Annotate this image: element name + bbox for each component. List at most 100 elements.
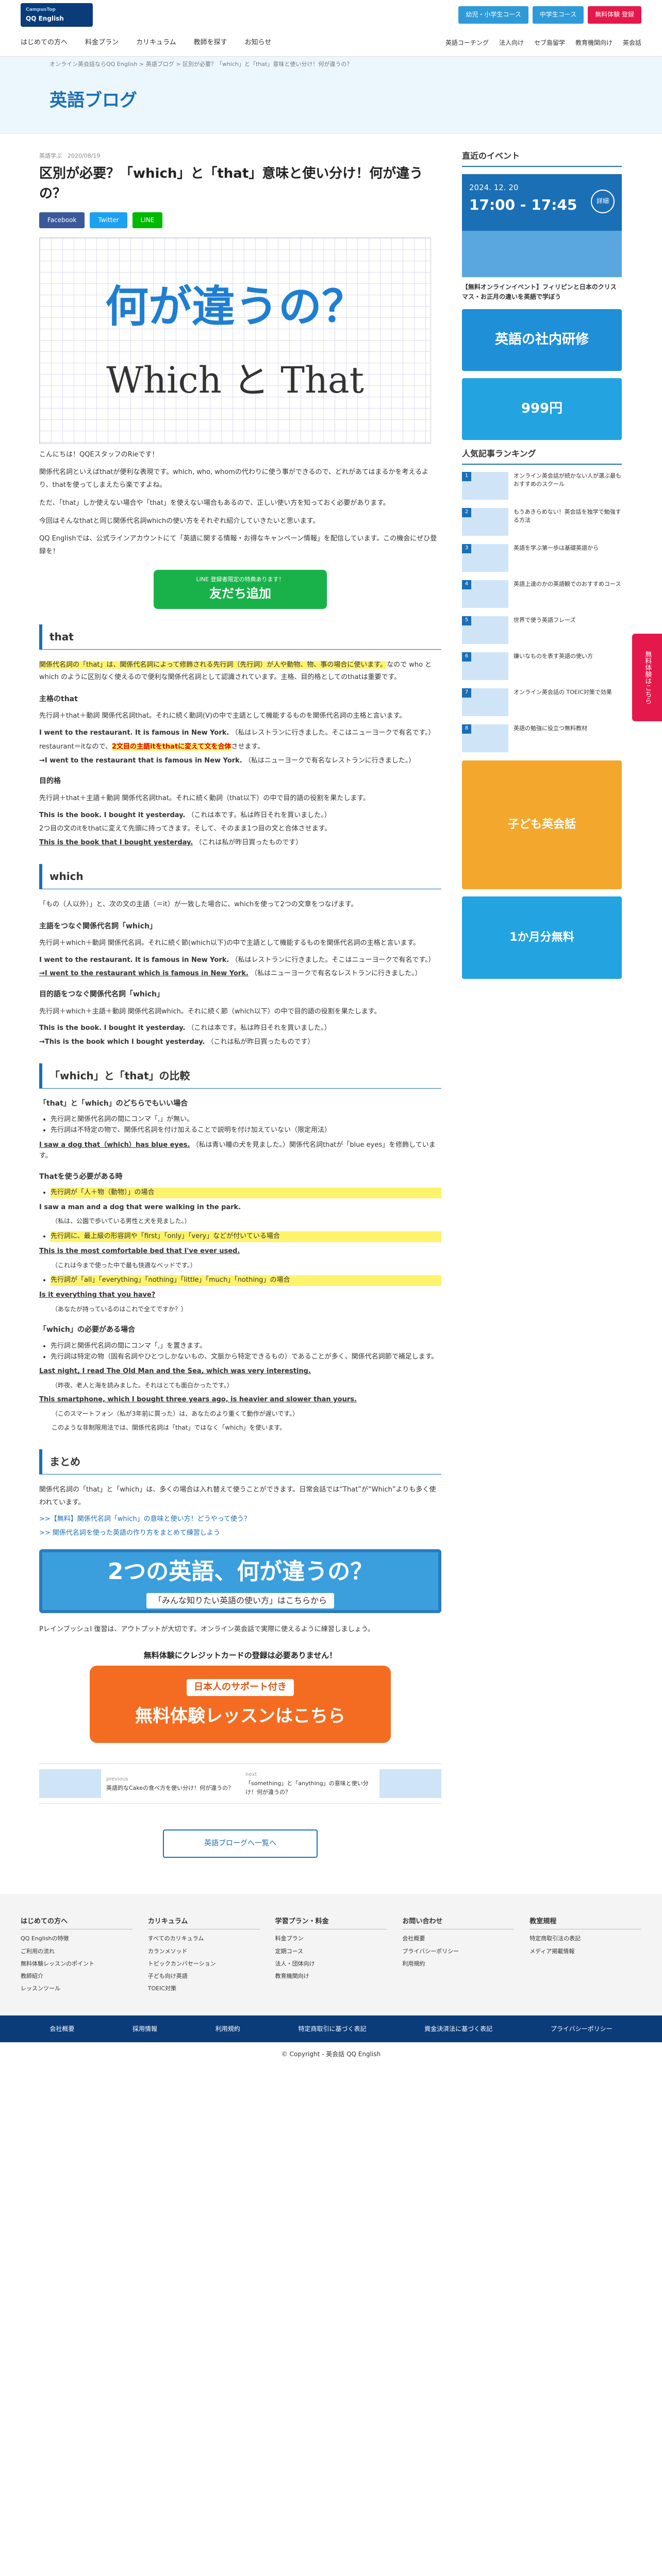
footer-heading[interactable]: カリキュラム [147,1914,260,1930]
footer-column: お問い合わせ会社概要 プライバシーポリシー 利用規約 [402,1914,515,1995]
footer-link[interactable]: すべてのカリキュラム [148,1933,260,1945]
site-logo[interactable]: CampusTop QQ English [21,3,93,27]
footer-bar-link[interactable]: 採用情報 [133,2024,157,2034]
footer-column: 学習プラン・料金料金プラン 定期コース 法人・団体向け 教育機関向け [275,1914,387,1995]
nav-item[interactable]: お知らせ [245,38,272,48]
footer-link[interactable]: 子ども向け英語 [148,1970,260,1982]
footer-heading[interactable]: はじめての方へ [21,1914,133,1930]
prev-article-link[interactable]: previous 英語的なCakeの食べ方を使い分け！何が違うの？ [39,1769,235,1799]
footer-link[interactable]: TOEIC対策 [148,1982,260,1995]
next-article-link[interactable]: next 「something」と「anything」の意味と使い分け！何が違うの… [245,1769,441,1799]
page-title: 英語ブログ [49,90,137,111]
event-card[interactable]: 2024. 12. 20 17:00 - 17:45 詳細 [462,174,622,277]
footer-link[interactable]: 法人・団体向け [275,1958,387,1970]
footer-link[interactable]: カランメソッド [148,1945,260,1958]
rank-number: 8 [462,724,471,734]
related-link[interactable]: >>【無料】関係代名詞「which」の意味と使い方！どうやって使う？ [39,1514,441,1525]
hero-subheading: Which と That [106,359,364,401]
footer-link[interactable]: 無料体験レッスンのポイント [21,1958,133,1970]
nav-item[interactable]: はじめての方へ [21,38,68,48]
footer-bar-link[interactable]: 資金決済法に基づく表記 [424,2024,492,2034]
footer-link[interactable]: 教師紹介 [21,1970,133,1982]
ad-banner[interactable]: 999円 [462,378,622,440]
event-detail-button[interactable]: 詳細 [591,189,615,213]
line-share-button[interactable]: LINE [132,212,163,228]
footer-link[interactable]: プライバシーポリシー [402,1945,514,1958]
footer-link[interactable]: 会社概要 [402,1933,514,1945]
nav-right-item[interactable]: 英語コーチング [445,38,489,48]
subsection-heading: 目的格 [39,777,61,786]
nav-right-item[interactable]: 法人向け [499,38,524,48]
nav-item[interactable]: 料金プラン [85,38,119,48]
ranking-title: もうあきらめない！英会話を独学で勉強する方法 [514,508,621,524]
intro-text: QQ Englishでは、公式ラインアカウントにて「英語に関する情報・お得なキャ… [39,535,437,555]
ranking-item[interactable]: 2 もうあきらめない！英会話を独学で勉強する方法 [462,507,622,536]
footer-bar-link[interactable]: 会社概要 [49,2024,74,2034]
footer-bar-link[interactable]: 特定商取引に基づく表記 [298,2024,366,2034]
ad-banner[interactable]: 英語の社内研修 [462,309,622,371]
highlight-text: 関係代名詞の「that」は、関係代名詞によって修飾される先行詞（先行詞）が人や動… [39,660,387,669]
footer-bar: 会社概要 採用情報 利用規約 特定商取引に基づく表記 資金決済法に基づく表記 プライバシー… [0,2015,662,2043]
nav-right-item[interactable]: 英会話 [623,38,641,48]
body-text: 先行詞＋that＋動詞 関係代名詞that。それに続く動詞(V)の中で主語として… [39,712,406,720]
nav-right-item[interactable]: セブ島留学 [534,38,565,48]
ad-banner[interactable]: 子ども英会話 [462,760,622,889]
subsection-heading: 「that」と「which」のどちらでもいい場合 [39,1099,188,1108]
ranking-item[interactable]: 8 英語の勉強に役立つ無料教材 [462,724,622,752]
event-title[interactable]: 【無料オンラインイベント】フィリピンと日本のクリスマス・お正月の違いを英語で学ぼ… [462,282,622,302]
rank-number: 5 [462,616,471,625]
footer-heading[interactable]: 学習プラン・料金 [275,1914,387,1930]
nav-right: 英語コーチング 法人向け セブ島留学 教育機関向け 英会話 [445,38,641,48]
footer-heading[interactable]: 教室規程 [529,1914,641,1930]
list-item: 先行詞と関係代名詞の間にコンマ「,」を置きます。 [51,1341,441,1352]
floating-trial-button[interactable]: 無料体験はこちら [632,634,662,721]
free-trial-cta-button[interactable]: 日本人のサポート付き 無料体験レッスンはこちら [90,1666,391,1743]
footer-link[interactable]: 特定商取引法の表記 [529,1933,641,1945]
footer-link[interactable]: トピックカンバセーション [148,1958,260,1970]
thumbnail: 5 [462,616,508,644]
thumbnail [379,1769,441,1799]
related-article-banner[interactable]: 2つの英語、何が違うの？ 「みんな知りたい英語の使い方」はこちらから [39,1549,441,1613]
body-text: 先行詞＋which＋主語＋動詞 関係代名詞which。それに続く節（which以… [39,1007,381,1015]
related-link[interactable]: >> 関係代名詞を使った英語の作り方をまとめて練習しよう [39,1528,441,1539]
footer-link[interactable]: 利用規約 [402,1958,514,1970]
list-item: 先行詞が「人＋物（動物）」の場合 [51,1187,441,1198]
rank-number: 1 [462,471,471,481]
article: 英語学ぶ 2020/08/19 区別が必要？「which」と「that」意味と使… [39,134,441,1894]
back-to-blog-button[interactable]: 英語ブローグへ一覧へ [163,1829,318,1858]
footer-link[interactable]: 定期コース [275,1945,387,1958]
facebook-share-button[interactable]: Facebook [39,212,85,228]
nav-right-item[interactable]: 教育機関向け [575,38,613,48]
main-nav: はじめての方へ 料金プラン カリキュラム 教師を探す お知らせ 英語コーチング … [0,30,662,57]
course-junior-button[interactable]: 中学生コース [532,6,584,24]
line-add-friend-button[interactable]: LINE 登録者限定の特典あります！ 友だち追加 [154,569,327,609]
ranking-item[interactable]: 7 オンライン英会話の TOEIC対策で効果 [462,688,622,716]
footer-link[interactable]: ご利用の流れ [21,1945,133,1958]
ranking-item[interactable]: 5 世界で使う英語フレーズ [462,616,622,644]
twitter-share-button[interactable]: Twitter [90,212,127,228]
ranking-item[interactable]: 1 オンライン英会話が続かない人が選ぶ最もおすすめのスクール [462,471,622,500]
footer-bar-link[interactable]: プライバシーポリシー [551,2024,613,2034]
subsection-heading: 主語をつなぐ関係代名詞「which」 [39,922,157,930]
footer-link[interactable]: 教育機関向け [275,1970,387,1982]
footer-link[interactable]: メディア掲載情報 [529,1945,641,1958]
footer-link[interactable]: 料金プラン [275,1933,387,1945]
ranking-item[interactable]: 4 英語上達のかの英語観でのおすすめコース [462,580,622,608]
footer-link[interactable]: レッスンツール [21,1982,133,1995]
footer-bar-link[interactable]: 利用規約 [216,2024,240,2034]
course-kids-button[interactable]: 幼児・小学生コース [458,6,528,24]
footer-link[interactable]: QQ Englishの特徴 [21,1933,133,1945]
intro-text: ただ、「that」しか使えない場合や「that」を使えない場合もあるので、正しい… [39,499,390,507]
free-trial-button[interactable]: 無料体験 登録 [588,6,641,24]
footer-heading[interactable]: お問い合わせ [402,1914,515,1930]
nav-item[interactable]: 教師を探す [194,38,227,48]
breadcrumb[interactable]: オンライン英会話ならQQ English > 英語ブログ > 区別が必要？「wh… [49,57,613,69]
ranking-item[interactable]: 6 嫌いなものを表す英語の使い方 [462,652,622,680]
ad-banner[interactable]: 1か月分無料 [462,896,622,979]
thumbnail [39,1769,101,1799]
ranking-title: 英語の勉強に役立つ無料教材 [514,724,587,732]
section-heading: 「which」と「that」の比較 [39,1063,441,1089]
ranking-item[interactable]: 3 英語を学ぶ第一歩は基礎英語から [462,544,622,572]
footer-column: はじめての方へ QQ Englishの特徴 ご利用の流れ 無料体験レッスンのポイント教… [21,1914,133,1995]
nav-item[interactable]: カリキュラム [136,38,176,48]
